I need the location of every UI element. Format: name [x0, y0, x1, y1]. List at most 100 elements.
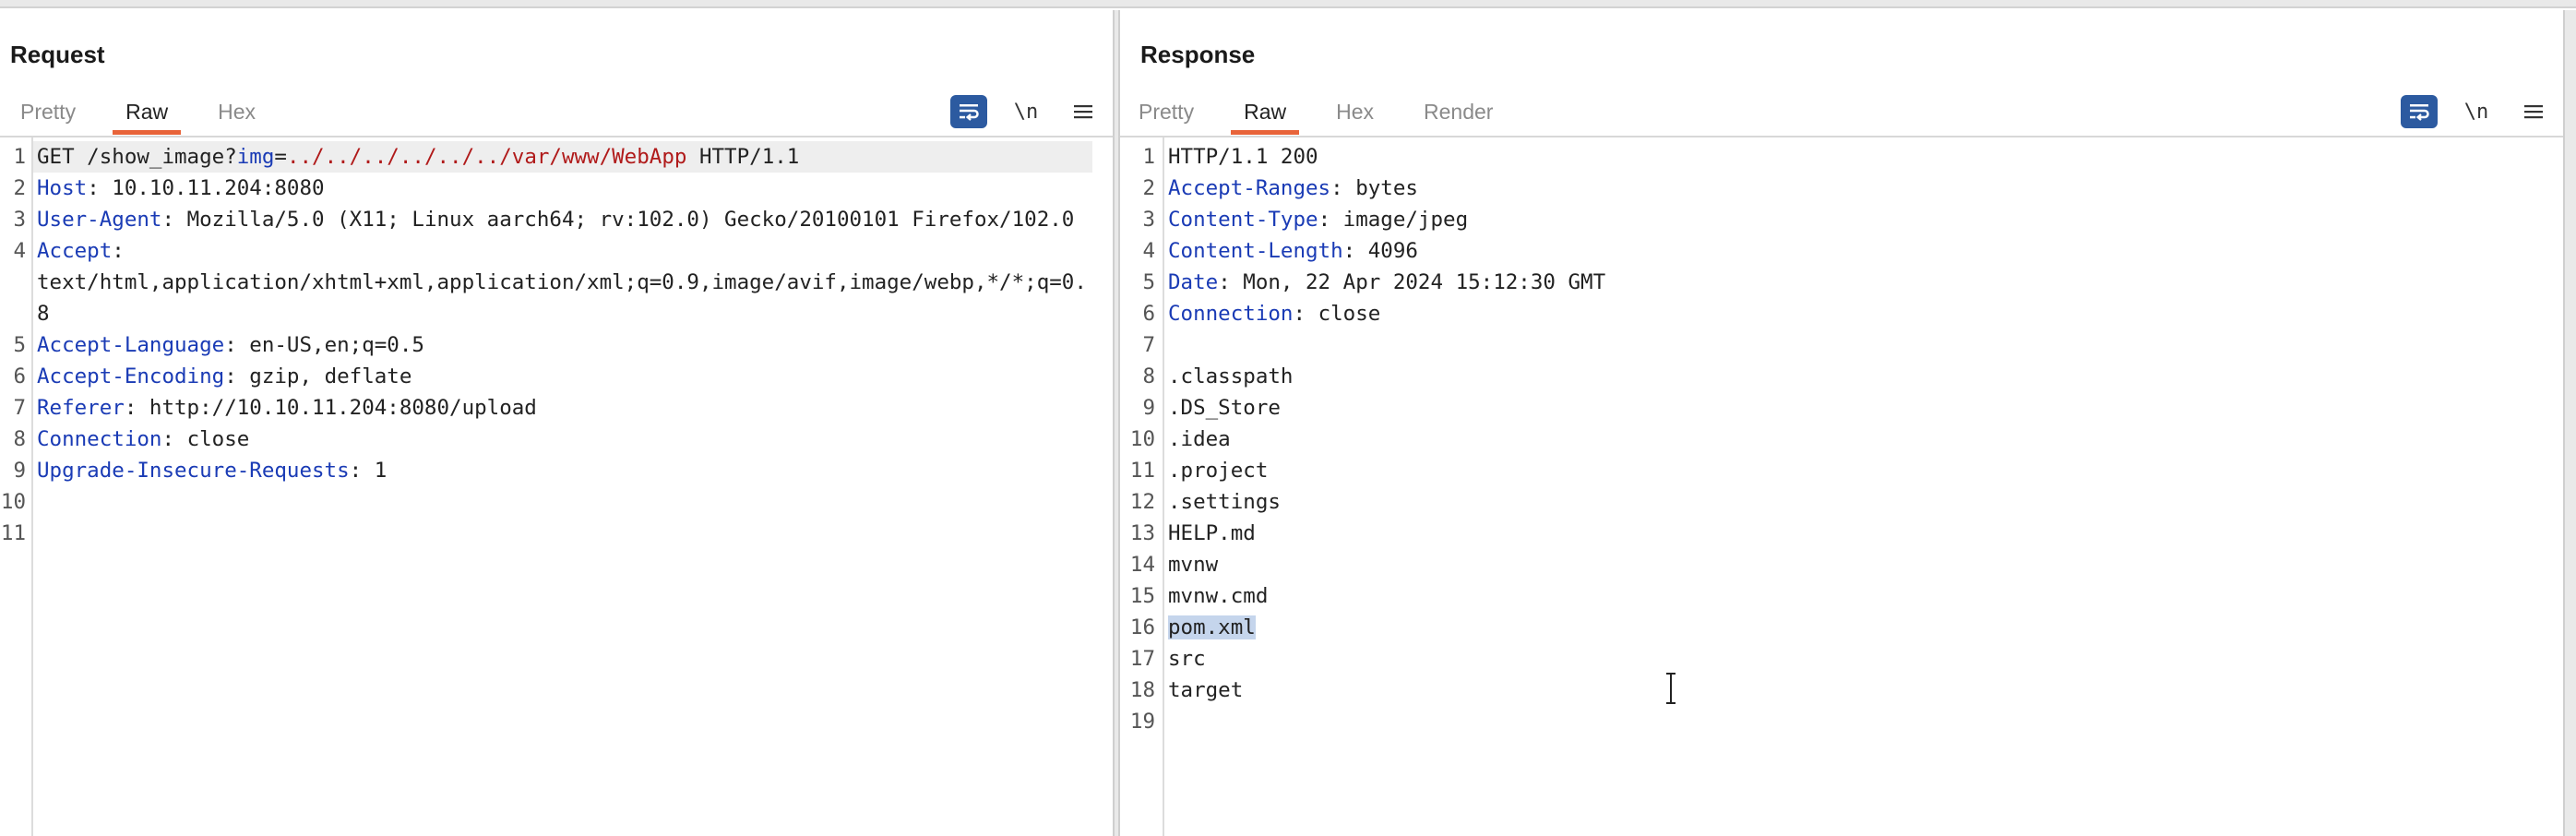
- header-sep: :: [1218, 270, 1244, 294]
- response-line: 4 Content-Length: 4096: [1120, 235, 2563, 267]
- request-line: 1 GET /show_image?img=../../../../../../…: [0, 141, 1113, 173]
- request-newline-toggle[interactable]: \n: [1008, 95, 1044, 128]
- header-sep: :: [224, 333, 250, 357]
- header-line: Accept: text/html,application/xhtml+xml,a…: [33, 235, 1092, 329]
- response-line: 7: [1120, 329, 2563, 361]
- line-number: 8: [1142, 364, 1155, 388]
- response-line: 18 target: [1120, 675, 2563, 706]
- header-value: en-US,en;q=0.5: [249, 333, 424, 357]
- response-line: 11 .project: [1120, 455, 2563, 486]
- response-tab-raw[interactable]: Raw: [1231, 87, 1300, 135]
- body-line: mvnw.cmd: [1168, 584, 1269, 608]
- header-name: Host: [37, 176, 88, 200]
- line-number: 10: [0, 490, 26, 514]
- request-tab-hex[interactable]: Hex: [205, 87, 268, 135]
- response-line: 2 Accept-Ranges: bytes: [1120, 173, 2563, 204]
- response-tabs: Pretty Raw Hex Render: [1126, 87, 1530, 135]
- hamburger-menu-icon: [2524, 105, 2543, 119]
- response-wrap-button[interactable]: [2401, 95, 2438, 128]
- request-method: GET /show_image?: [37, 145, 237, 169]
- header-name: Accept-Ranges: [1168, 176, 1331, 200]
- response-line: 15 mvnw.cmd: [1120, 580, 2563, 612]
- request-pane: Request Pretty Raw Hex \n 1 GET /show_im…: [0, 10, 1113, 836]
- line-number: 16: [1129, 615, 1155, 639]
- line-number: 2: [13, 176, 26, 200]
- body-line: .DS_Store: [1168, 396, 1281, 420]
- response-tab-pretty[interactable]: Pretty: [1126, 87, 1207, 135]
- request-line: 6 Accept-Encoding: gzip, deflate: [0, 361, 1113, 392]
- response-newline-toggle[interactable]: \n: [2458, 95, 2495, 128]
- header-value: 4096: [1367, 239, 1418, 263]
- request-tab-pretty[interactable]: Pretty: [7, 87, 89, 135]
- response-tab-hex[interactable]: Hex: [1323, 87, 1387, 135]
- response-editor[interactable]: 1 HTTP/1.1 200 2 Accept-Ranges: bytes 3 …: [1120, 137, 2563, 836]
- header-name: User-Agent: [37, 208, 162, 232]
- query-param-eq: =: [274, 145, 287, 169]
- body-line: .project: [1168, 459, 1269, 483]
- line-number: 17: [1129, 647, 1155, 671]
- line-number: 9: [1142, 396, 1155, 420]
- query-param-value: ../../../../../../var/www/WebApp: [286, 145, 687, 169]
- header-value: bytes: [1355, 176, 1418, 200]
- request-lines: 1 GET /show_image?img=../../../../../../…: [0, 141, 1113, 549]
- request-wrap-button[interactable]: [950, 95, 987, 128]
- request-toolbar: \n: [950, 95, 1122, 128]
- response-line: 16 pom.xml: [1120, 612, 2563, 643]
- line-number: 3: [13, 208, 26, 232]
- header-line: Content-Length: 4096: [1164, 235, 1418, 267]
- line-number: 1: [1142, 145, 1155, 169]
- body-line: pom.xml: [1164, 612, 1256, 643]
- request-line: 10: [0, 486, 1113, 518]
- body-line: [1164, 706, 1168, 737]
- line-number: 1: [13, 145, 26, 169]
- right-edge-bar: [2563, 10, 2576, 836]
- header-name: Connection: [37, 427, 162, 451]
- response-menu-button[interactable]: [2515, 95, 2552, 128]
- line-number: 6: [13, 364, 26, 388]
- response-tab-render[interactable]: Render: [1411, 87, 1506, 135]
- header-sep: :: [224, 364, 250, 388]
- line-number: 7: [1142, 333, 1155, 357]
- line-number: 13: [1129, 521, 1155, 545]
- response-line: 13 HELP.md: [1120, 518, 2563, 549]
- header-name: Referer: [37, 396, 125, 420]
- selected-text: pom.xml: [1168, 615, 1256, 639]
- request-line: 2 Host: 10.10.11.204:8080: [0, 173, 1113, 204]
- text-cursor-icon: [1666, 673, 1676, 704]
- pane-splitter[interactable]: [1113, 10, 1120, 836]
- request-line: 5 Accept-Language: en-US,en;q=0.5: [0, 329, 1113, 361]
- header-value: http://10.10.11.204:8080/upload: [149, 396, 537, 420]
- request-protocol: HTTP/1.1: [686, 145, 800, 169]
- body-line: .idea: [1168, 427, 1231, 451]
- header-line: Accept-Language: en-US,en;q=0.5: [33, 329, 1092, 361]
- header-value: 10.10.11.204:8080: [112, 176, 325, 200]
- response-pane: Response Pretty Raw Hex Render \n 1 HTTP…: [1120, 10, 2563, 836]
- hamburger-menu-icon: [1074, 105, 1092, 119]
- body-line: HELP.md: [1168, 521, 1256, 545]
- request-menu-button[interactable]: [1065, 95, 1102, 128]
- line-number: 12: [1129, 490, 1155, 514]
- body-line: .settings: [1168, 490, 1281, 514]
- line-number: 8: [13, 427, 26, 451]
- response-line: 6 Connection: close: [1120, 298, 2563, 329]
- request-line: 9 Upgrade-Insecure-Requests: 1: [0, 455, 1113, 486]
- header-value: image/jpeg: [1342, 208, 1469, 232]
- request-editor[interactable]: 1 GET /show_image?img=../../../../../../…: [0, 137, 1113, 836]
- request-title: Request: [10, 41, 105, 68]
- header-value: text/html,application/xhtml+xml,applicat…: [37, 270, 1087, 326]
- header-sep: :: [1342, 239, 1368, 263]
- line-number: 4: [1142, 239, 1155, 263]
- request-tab-raw[interactable]: Raw: [113, 87, 182, 135]
- header-sep: :: [1318, 208, 1343, 232]
- header-line: Upgrade-Insecure-Requests: 1: [33, 455, 1092, 486]
- header-line: User-Agent: Mozilla/5.0 (X11; Linux aarc…: [33, 204, 1092, 235]
- body-line: src: [1168, 647, 1206, 671]
- header-name: Content-Type: [1168, 208, 1318, 232]
- response-line: 10 .idea: [1120, 424, 2563, 455]
- line-number: 18: [1129, 678, 1155, 702]
- response-line: 8 .classpath: [1120, 361, 2563, 392]
- line-number: 3: [1142, 208, 1155, 232]
- response-lines: 1 HTTP/1.1 200 2 Accept-Ranges: bytes 3 …: [1120, 141, 2563, 737]
- body-line: .classpath: [1168, 364, 1294, 388]
- header-line: Accept-Ranges: bytes: [1164, 173, 1418, 204]
